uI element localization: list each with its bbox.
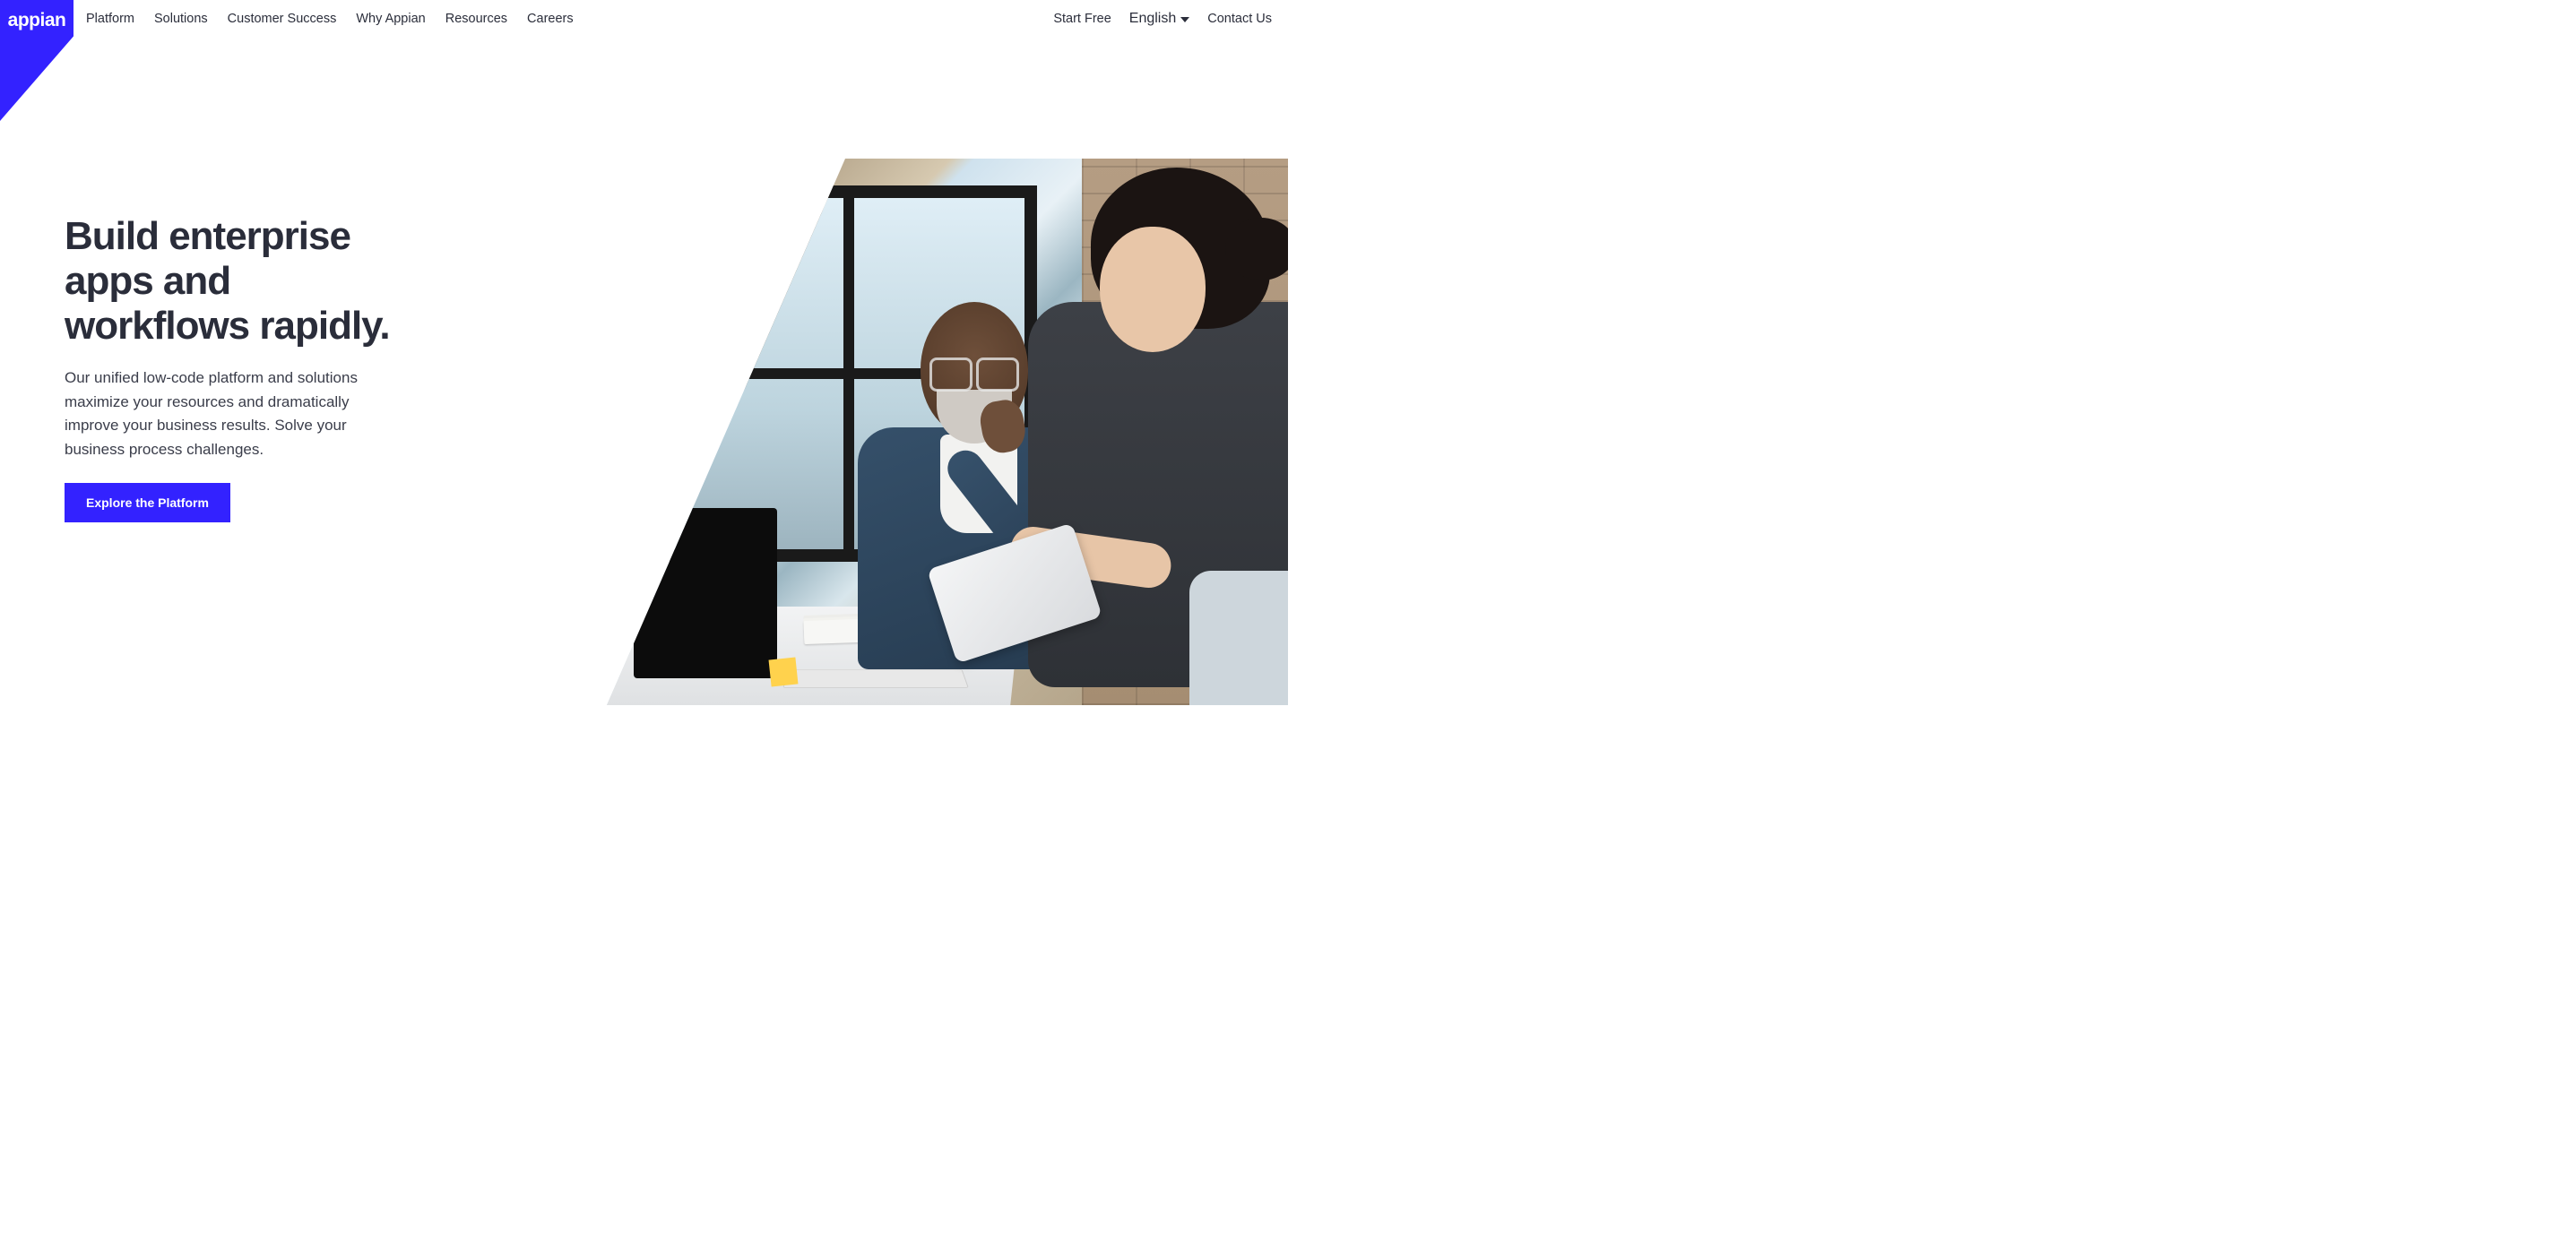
language-select[interactable]: English [1129, 11, 1189, 27]
hero-title: Build enterprise apps and workflows rapi… [65, 214, 423, 349]
hero-photo-scene [607, 159, 1288, 705]
brand-wordmark: appian [8, 10, 66, 31]
brand-logo[interactable]: appian [0, 0, 73, 121]
hero-section: Build enterprise apps and workflows rapi… [0, 121, 1288, 745]
nav-item-solutions[interactable]: Solutions [154, 12, 208, 26]
explore-platform-button[interactable]: Explore the Platform [65, 483, 230, 522]
nav-item-customer-success[interactable]: Customer Success [228, 12, 337, 26]
hero-copy: Build enterprise apps and workflows rapi… [65, 214, 423, 522]
hero-image [607, 159, 1288, 705]
language-label: English [1129, 11, 1176, 27]
desktop-monitor [634, 508, 777, 678]
contact-us-link[interactable]: Contact Us [1207, 12, 1272, 26]
keyboard [782, 669, 969, 688]
nav-item-careers[interactable]: Careers [527, 12, 574, 26]
sticky-note [769, 658, 799, 687]
hero-subtitle: Our unified low-code platform and soluti… [65, 366, 396, 461]
nav-item-resources[interactable]: Resources [445, 12, 507, 26]
chevron-down-icon [1180, 17, 1189, 22]
start-free-link[interactable]: Start Free [1053, 12, 1111, 26]
utility-nav: Start Free English Contact Us [1053, 0, 1288, 38]
primary-nav: Platform Solutions Customer Success Why … [73, 0, 574, 38]
nav-item-platform[interactable]: Platform [86, 12, 134, 26]
nav-item-why-appian[interactable]: Why Appian [356, 12, 425, 26]
site-header: appian Platform Solutions Customer Succe… [0, 0, 1288, 121]
